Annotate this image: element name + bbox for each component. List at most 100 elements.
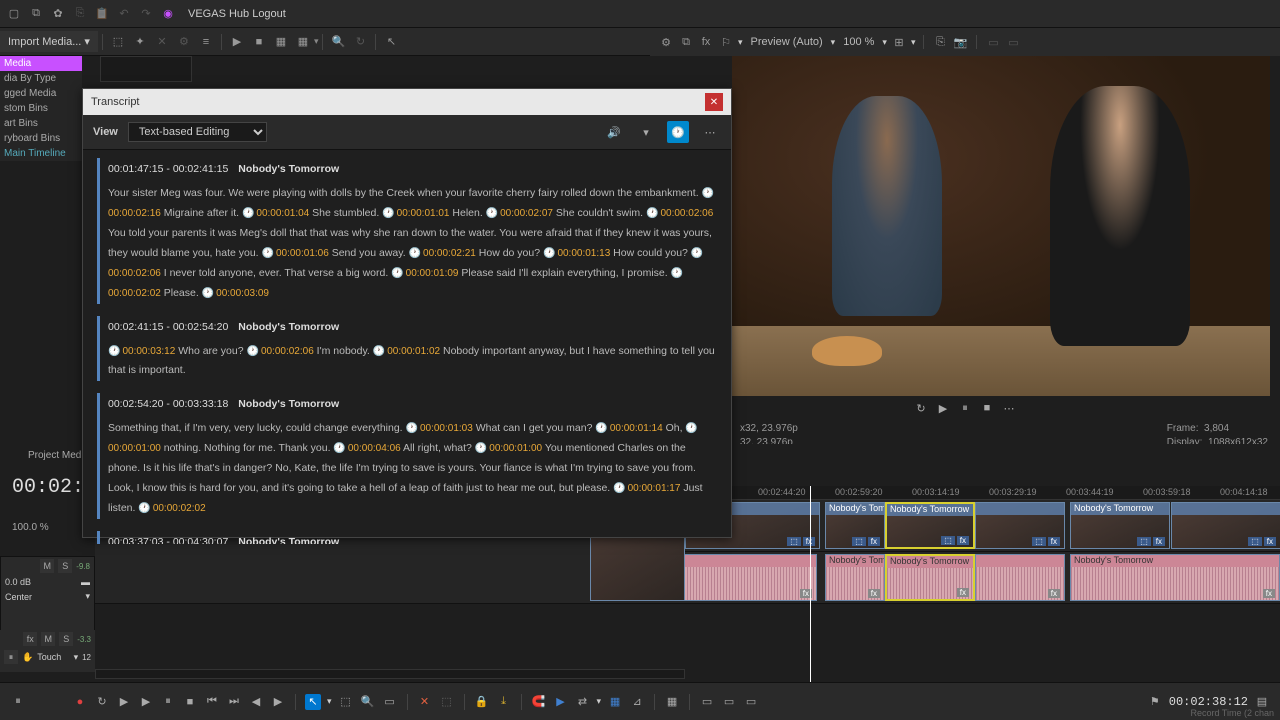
tool-d-icon[interactable]: ▭ <box>743 694 759 710</box>
play-icon[interactable]: ▶ <box>229 34 245 50</box>
transcript-mode-select[interactable]: Text-based Editing <box>128 122 267 142</box>
bottom-timecode[interactable]: 00:02:38:12 <box>1169 695 1248 709</box>
loop-icon[interactable]: ↻ <box>914 401 928 415</box>
next-frame-icon[interactable]: ▶ <box>270 694 286 710</box>
preview-monitor-icon[interactable]: ▭ <box>1005 34 1021 50</box>
transport-pause-icon[interactable]: ⏸ <box>10 694 26 710</box>
refresh-icon[interactable]: ✦ <box>132 34 148 50</box>
panel-item-by-type[interactable]: dia By Type <box>0 71 82 86</box>
transcript-segment[interactable]: 00:02:54:20 - 00:03:33:18Nobody's Tomorr… <box>97 393 717 519</box>
redo-icon[interactable]: ↷ <box>138 6 154 22</box>
video-clip[interactable]: Nobody's Tom⬚fx <box>825 502 885 549</box>
magnet-icon[interactable]: 🧲 <box>531 694 547 710</box>
preview-viewport[interactable] <box>732 56 1270 396</box>
audio-clip[interactable]: Nobody's Tomorrowfx <box>885 554 975 601</box>
track2-fx-button[interactable]: fx <box>23 632 37 646</box>
more-icon[interactable]: ⋯ <box>1002 401 1016 415</box>
transcript-segment[interactable]: 00:02:41:15 - 00:02:54:20Nobody's Tomorr… <box>97 316 717 382</box>
preview-gear-icon[interactable]: ⚙ <box>658 34 674 50</box>
audio-track[interactable]: Nobody's TomorrowfxNobody's TomfxNobody'… <box>685 552 1280 604</box>
panel-item-tagged[interactable]: gged Media <box>0 86 82 101</box>
track-mute-button[interactable]: M <box>40 559 54 573</box>
stop-icon[interactable]: ■ <box>251 34 267 50</box>
preview-flag-icon[interactable]: ⚐ <box>718 34 734 50</box>
preview-zoom[interactable]: 100 % <box>843 36 874 48</box>
transcript-segment[interactable]: 00:03:37:03 - 00:04:30:07Nobody's Tomorr… <box>97 531 717 544</box>
timeline[interactable]: :14:2100:02:44:2000:02:59:2000:03:14:190… <box>685 486 1280 682</box>
video-clip[interactable]: Nobody's Tomorrow⬚fx <box>885 502 975 549</box>
tool-c-icon[interactable]: ▭ <box>721 694 737 710</box>
stop-icon[interactable]: ■ <box>182 694 198 710</box>
stop-icon[interactable]: ■ <box>980 401 994 415</box>
preview-split-icon[interactable]: ⧉ <box>678 34 694 50</box>
transcript-clock-icon[interactable]: 🕐 <box>667 121 689 143</box>
marker-icon[interactable]: ▶ <box>553 694 569 710</box>
trim-icon[interactable]: ⬚ <box>439 694 455 710</box>
track2-record-button[interactable]: ⏸ <box>4 650 18 664</box>
panel-item-timeline[interactable]: Main Timeline <box>0 146 82 161</box>
panel-item-art[interactable]: art Bins <box>0 116 82 131</box>
tool-a-icon[interactable]: ▦ <box>664 694 680 710</box>
transcript-close-button[interactable]: ✕ <box>705 93 723 111</box>
video-clip[interactable]: Nobody's Tomorrow⬚fx <box>1070 502 1170 549</box>
new-icon[interactable]: ▢ <box>6 6 22 22</box>
transcript-body[interactable]: 00:01:47:15 - 00:02:41:15Nobody's Tomorr… <box>83 150 731 544</box>
track2-mute-button[interactable]: M <box>41 632 55 646</box>
ripple-icon[interactable]: ⇄ <box>575 694 591 710</box>
envelope-tool-icon[interactable]: ▭ <box>382 694 398 710</box>
marker-flag-icon[interactable]: ⚑ <box>1147 694 1163 710</box>
go-end-icon[interactable]: ⏭ <box>226 694 242 710</box>
audio-clip[interactable]: Nobody's Tomfx <box>825 554 885 601</box>
timeline-scrollbar[interactable] <box>95 669 685 679</box>
search-icon[interactable]: 🔍 <box>330 34 346 50</box>
track2-solo-button[interactable]: S <box>59 632 73 646</box>
cursor-icon[interactable]: ↖ <box>383 34 399 50</box>
audio-clip[interactable]: fx <box>975 554 1065 601</box>
prev-frame-icon[interactable]: ◀ <box>248 694 264 710</box>
import-media-button[interactable]: Import Media... ▾ <box>0 31 98 52</box>
video-clip[interactable]: ⬚fx <box>975 502 1065 549</box>
zoom-tool-icon[interactable]: 🔍 <box>360 694 376 710</box>
grid2-icon[interactable]: ▦ <box>295 34 311 50</box>
paste-icon[interactable]: 📋 <box>94 6 110 22</box>
doc-tab-1[interactable] <box>100 56 192 82</box>
reload-icon[interactable]: ↻ <box>352 34 368 50</box>
loop-play-icon[interactable]: ↻ <box>94 694 110 710</box>
preview-snapshot-icon[interactable]: 📷 <box>952 34 968 50</box>
pause-icon[interactable]: ⏸ <box>958 401 972 415</box>
grid-icon[interactable]: ▦ <box>273 34 289 50</box>
go-start-icon[interactable]: ⏮ <box>204 694 220 710</box>
lock-icon[interactable]: 🔒 <box>474 694 490 710</box>
settings-icon[interactable]: ✿ <box>50 6 66 22</box>
video-track[interactable]: ⬚fxNobody's Tom⬚fxNobody's Tomorrow⬚fx⬚f… <box>685 500 1280 552</box>
preview-fx-icon[interactable]: fx <box>698 34 714 50</box>
gear-icon[interactable]: ⚙ <box>176 34 192 50</box>
preview-overlay-icon[interactable]: ▭ <box>985 34 1001 50</box>
preview-copy-icon[interactable]: ⎘ <box>932 34 948 50</box>
transcript-speaker-icon[interactable]: 🔊 <box>603 121 625 143</box>
playhead[interactable] <box>810 486 811 682</box>
video-clip[interactable]: ⬚fx <box>1171 502 1280 549</box>
vegas-hub-label[interactable]: VEGAS Hub Logout <box>188 8 286 20</box>
project-media-label[interactable]: Project Medi <box>28 450 84 461</box>
play-icon[interactable]: ▶ <box>138 694 154 710</box>
normal-edit-tool[interactable]: ↖ <box>305 694 321 710</box>
play-start-icon[interactable]: ▶ <box>116 694 132 710</box>
auto-ripple-icon[interactable]: ▦ <box>607 694 623 710</box>
track2-touch-icon[interactable]: ✋ <box>22 652 33 663</box>
preview-grid-icon[interactable]: ⊞ <box>891 34 907 50</box>
copy-icon[interactable]: ⎘ <box>72 6 88 22</box>
track-db[interactable]: 0.0 dB <box>5 577 31 587</box>
vegas-hub-icon[interactable]: ◉ <box>160 6 176 22</box>
audio-clip[interactable]: Nobody's Tomorrowfx <box>1070 554 1280 601</box>
preview-mode-label[interactable]: Preview (Auto) <box>751 36 823 48</box>
undo-icon[interactable]: ↶ <box>116 6 132 22</box>
play-icon[interactable]: ▶ <box>936 401 950 415</box>
panel-item-bins[interactable]: stom Bins <box>0 101 82 116</box>
transcript-titlebar[interactable]: Transcript ✕ <box>83 89 731 115</box>
track-pan[interactable]: Center <box>5 592 32 602</box>
transcript-more-icon[interactable]: ⋯ <box>699 121 721 143</box>
track-solo-button[interactable]: S <box>58 559 72 573</box>
timeline-left-gap[interactable] <box>95 604 685 626</box>
capture-icon[interactable]: ⬚ <box>110 34 126 50</box>
